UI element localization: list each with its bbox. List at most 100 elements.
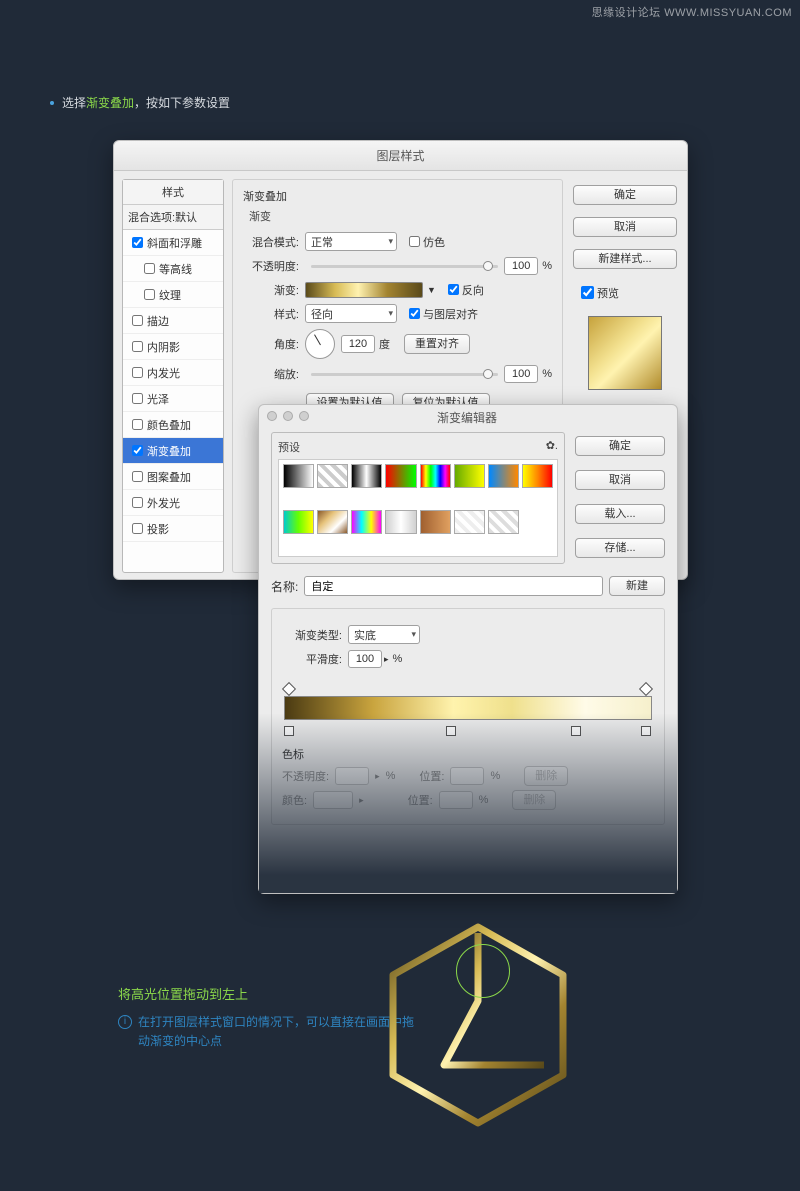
angle-dial[interactable] [305,329,335,359]
style-item-投影[interactable]: 投影 [123,516,223,542]
watermark-text: 思缘设计论坛 WWW.MISSYUAN.COM [592,4,792,20]
name-label: 名称: [271,578,298,595]
highlight-circle-icon [456,944,510,998]
preset-swatch[interactable] [454,464,485,488]
blending-options-row[interactable]: 混合选项:默认 [123,205,223,230]
type-dropdown[interactable]: 实底 [348,625,420,644]
preset-swatch[interactable] [385,510,416,534]
preview-label: 预览 [597,285,619,301]
dither-label: 仿色 [423,234,445,250]
presets-grid [278,459,558,557]
close-icon[interactable] [267,411,277,421]
color-stop[interactable] [446,726,456,736]
zoom-icon[interactable] [299,411,309,421]
section-title: 渐变叠加 [243,188,552,204]
color-stop[interactable] [641,726,651,736]
preset-swatch[interactable] [385,464,416,488]
preset-swatch[interactable] [454,510,485,534]
gradient-bar[interactable] [284,682,652,738]
traffic-lights: 渐变编辑器 [259,405,677,426]
gradient-editor-buttons: 确定 取消 载入... 存储... [575,432,665,564]
style-item-图案叠加[interactable]: 图案叠加 [123,464,223,490]
caption-row: 选择 渐变叠加 ，按如下参数设置 [50,94,230,111]
percent-label-2: % [542,368,552,380]
style-item-光泽[interactable]: 光泽 [123,386,223,412]
new-style-button[interactable]: 新建样式... [573,249,677,269]
preset-swatch[interactable] [420,464,451,488]
preset-swatch[interactable] [283,464,314,488]
caption-post: ，按如下参数设置 [134,94,230,111]
stop-color-swatch[interactable] [313,791,353,809]
style-item-斜面和浮雕[interactable]: 斜面和浮雕 [123,230,223,256]
ge-load-button[interactable]: 载入... [575,504,665,524]
style-dropdown[interactable]: 径向 [305,304,397,323]
reverse-label: 反向 [462,282,484,298]
preset-swatch[interactable] [351,464,382,488]
delete-stop-button-2[interactable]: 删除 [512,790,556,810]
gradient-type-section: 渐变类型: 实底 平滑度: 100 ▸ % 色标 不透明度: [271,608,665,825]
preset-swatch[interactable] [283,510,314,534]
minimize-icon[interactable] [283,411,293,421]
dither-check[interactable]: 仿色 [405,233,445,250]
align-check[interactable]: 与图层对齐 [405,305,478,322]
gradient-preview[interactable] [305,282,423,298]
reset-align-button[interactable]: 重置对齐 [404,334,470,354]
delete-stop-button[interactable]: 删除 [524,766,568,786]
gear-icon[interactable]: ✿. [546,439,558,455]
color-stop[interactable] [284,726,294,736]
styles-header: 样式 [123,180,223,205]
preview-check[interactable]: 预览 [577,283,677,302]
stop-pos-value-2[interactable] [439,791,473,809]
type-label: 渐变类型: [282,627,342,643]
style-item-等高线[interactable]: 等高线 [123,256,223,282]
opacity-stop[interactable] [639,682,653,696]
angle-value[interactable]: 120 [341,335,375,353]
angle-label: 角度: [243,336,299,352]
dialog-title: 图层样式 [114,141,687,171]
style-item-纹理[interactable]: 纹理 [123,282,223,308]
style-list: 样式 混合选项:默认 斜面和浮雕等高线纹理描边内阴影内发光光泽颜色叠加渐变叠加图… [122,179,224,573]
stop-pos-label-2: 位置: [408,792,433,808]
angle-unit: 度 [379,336,390,352]
style-item-颜色叠加[interactable]: 颜色叠加 [123,412,223,438]
opacity-stop[interactable] [282,682,296,696]
bottom-annotation: 将高光位置拖动到左上 i 在打开图层样式窗口的情况下，可以直接在画面中拖动渐变的… [118,984,418,1051]
preset-swatch[interactable] [317,510,348,534]
reverse-check[interactable]: 反向 [444,281,484,298]
stop-pos-value[interactable] [450,767,484,785]
blend-mode-label: 混合模式: [243,234,299,250]
preset-swatch[interactable] [488,464,519,488]
style-item-渐变叠加[interactable]: 渐变叠加 [123,438,223,464]
scale-slider[interactable] [311,373,498,376]
preset-swatch[interactable] [420,510,451,534]
preset-swatch[interactable] [488,510,519,534]
blend-mode-dropdown[interactable]: 正常 [305,232,397,251]
opacity-slider[interactable] [311,265,498,268]
color-stop[interactable] [571,726,581,736]
preset-swatch[interactable] [317,464,348,488]
style-item-描边[interactable]: 描边 [123,308,223,334]
ge-cancel-button[interactable]: 取消 [575,470,665,490]
annotation-info: i 在打开图层样式窗口的情况下，可以直接在画面中拖动渐变的中心点 [118,1013,418,1051]
style-label: 样式: [243,306,299,322]
stop-color-label: 颜色: [282,792,307,808]
scale-value[interactable]: 100 [504,365,538,383]
preset-swatch[interactable] [351,510,382,534]
style-item-内阴影[interactable]: 内阴影 [123,334,223,360]
new-button[interactable]: 新建 [609,576,665,596]
gradient-label: 渐变: [243,282,299,298]
preset-swatch[interactable] [522,464,553,488]
cancel-button[interactable]: 取消 [573,217,677,237]
name-input[interactable] [304,576,603,596]
smooth-value[interactable]: 100 [348,650,382,668]
subsection-title: 渐变 [249,208,552,224]
ok-button[interactable]: 确定 [573,185,677,205]
smooth-label: 平滑度: [282,651,342,667]
opacity-value[interactable]: 100 [504,257,538,275]
ge-ok-button[interactable]: 确定 [575,436,665,456]
gradient-editor-dialog: 渐变编辑器 预设 ✿. 确定 取消 载入... 存储... 名称: 新建 [258,404,678,894]
stop-opacity-value[interactable] [335,767,369,785]
style-item-外发光[interactable]: 外发光 [123,490,223,516]
ge-save-button[interactable]: 存储... [575,538,665,558]
style-item-内发光[interactable]: 内发光 [123,360,223,386]
